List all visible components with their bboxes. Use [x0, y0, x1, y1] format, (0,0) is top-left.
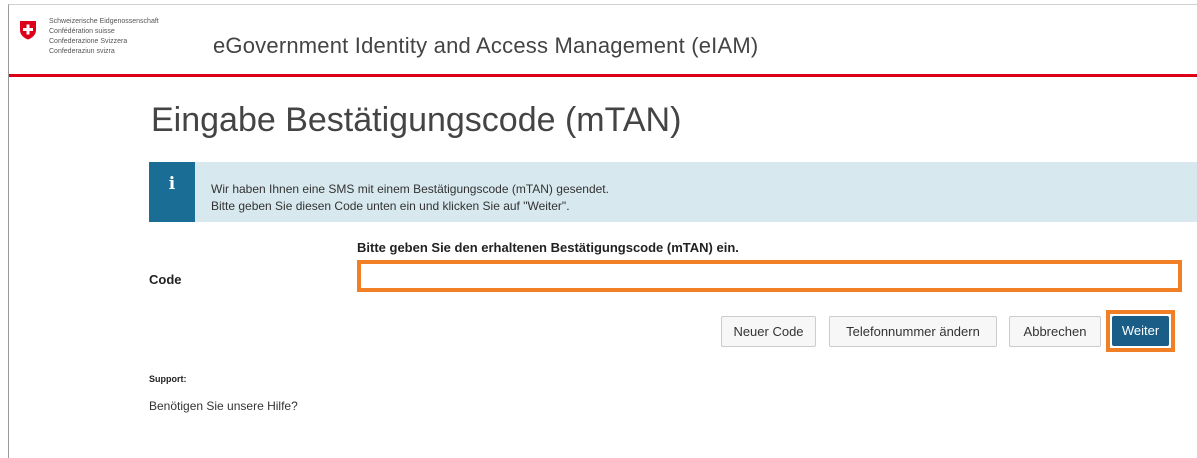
site-header: Schweizerische Eidgenossenschaft Confédé… — [9, 5, 1197, 77]
cancel-button[interactable]: Abbrechen — [1009, 316, 1101, 347]
code-label: Code — [149, 272, 182, 287]
next-button[interactable]: Weiter — [1112, 316, 1169, 346]
info-line-1: Wir haben Ihnen eine SMS mit einem Bestä… — [211, 182, 609, 196]
swiss-crest-icon — [20, 21, 36, 40]
confederation-line-de: Schweizerische Eidgenossenschaft — [49, 18, 159, 25]
app-title: eGovernment Identity and Access Manageme… — [213, 33, 759, 58]
confederation-line-rm: Confederaziun svizra — [49, 48, 115, 55]
new-code-button[interactable]: Neuer Code — [721, 316, 816, 347]
support-help-link[interactable]: Benötigen Sie unsere Hilfe? — [149, 399, 298, 413]
info-line-2: Bitte geben Sie diesen Code unten ein un… — [211, 199, 570, 213]
page-title: Eingabe Bestätigungscode (mTAN) — [151, 101, 682, 139]
info-message: i Wir haben Ihnen eine SMS mit einem Bes… — [149, 162, 1197, 222]
page-frame: Schweizerische Eidgenossenschaft Confédé… — [8, 4, 1197, 458]
info-icon: i — [168, 174, 176, 194]
code-input[interactable] — [357, 260, 1182, 292]
code-hint: Bitte geben Sie den erhaltenen Bestätigu… — [357, 240, 739, 255]
support-label: Support: — [149, 374, 187, 384]
info-text: Wir haben Ihnen eine SMS mit einem Bestä… — [211, 181, 609, 215]
confederation-line-fr: Confédération suisse — [49, 28, 115, 35]
info-icon-bar: i — [149, 162, 195, 222]
next-button-highlight: Weiter — [1106, 310, 1175, 352]
confederation-name: Schweizerische Eidgenossenschaft Confédé… — [49, 17, 159, 57]
change-phone-button[interactable]: Telefonnummer ändern — [829, 316, 997, 347]
confederation-line-it: Confederazione Svizzera — [49, 38, 128, 45]
